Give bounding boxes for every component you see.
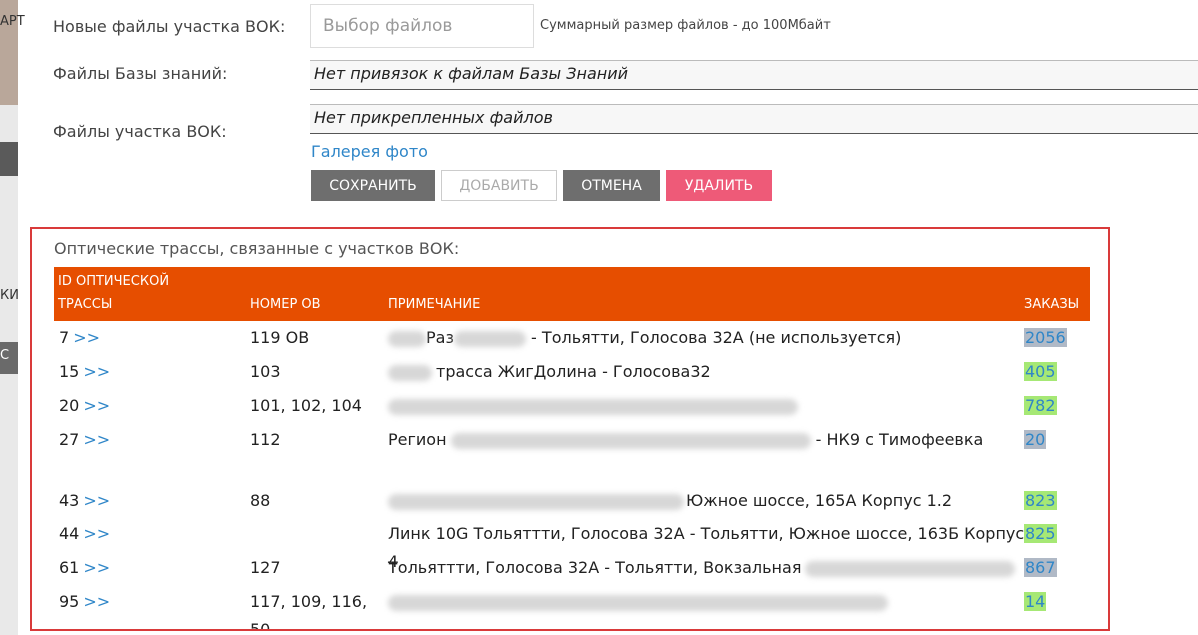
orders-count-link[interactable]: 823 [1024, 491, 1057, 510]
orders-count-link[interactable]: 867 [1024, 558, 1057, 577]
route-id: 43 [59, 491, 80, 510]
header-route-id: ID ОПТИЧЕСКОЙ ТРАССЫ [58, 274, 170, 312]
route-note: Регион - НК9 с Тимофеевка [388, 430, 984, 449]
route-id: 15 [59, 362, 80, 381]
size-limit-note: Суммарный размер файлов - до 100Мбайт [540, 18, 831, 33]
cut-off-dark-block [0, 142, 18, 176]
photo-gallery-link[interactable]: Галерея фото [311, 142, 428, 161]
open-route-link[interactable]: >> [83, 491, 110, 510]
route-note [388, 392, 1028, 420]
kb-files-label: Файлы Базы знаний: [53, 64, 228, 83]
fiber-number: 117, 109, 116, 50 [250, 592, 368, 631]
header-orders: ЗАКАЗЫ [1024, 297, 1080, 312]
route-note: Раз - Тольятти, Голосова 32А (не использ… [388, 324, 1028, 352]
orders-count-link[interactable]: 825 [1024, 524, 1057, 543]
redacted-text [450, 432, 811, 449]
redacted-text [453, 330, 526, 347]
fiber-number: 127 [250, 558, 281, 577]
open-route-link[interactable]: >> [83, 362, 110, 381]
cut-off-text-1: АРТ [0, 14, 25, 29]
fiber-number: 101, 102, 104 [250, 396, 362, 415]
save-button[interactable]: СОХРАНИТЬ [311, 170, 435, 201]
route-id: 44 [59, 524, 80, 543]
file-select-button[interactable]: Выбор файлов [310, 4, 534, 48]
orders-count-link[interactable]: 20 [1024, 430, 1047, 449]
route-note: Южное шоссе, 165А Корпус 1.2 [388, 487, 1028, 515]
fiber-number: 103 [250, 362, 281, 381]
orders-count-link[interactable]: 2056 [1024, 328, 1067, 347]
section-files-label: Файлы участка ВОК: [53, 122, 227, 141]
orders-count-link[interactable]: 782 [1024, 396, 1057, 415]
redacted-text [388, 398, 798, 415]
open-route-link[interactable]: >> [83, 396, 110, 415]
fiber-number: 112 [250, 430, 281, 449]
kb-files-field: Нет привязок к файлам Базы Знаний [310, 60, 1198, 90]
open-route-link[interactable]: >> [83, 558, 110, 577]
cut-off-text-3: С [0, 348, 10, 363]
open-route-link[interactable]: >> [83, 592, 110, 611]
fiber-number: 119 ОВ [250, 328, 310, 347]
route-id: 20 [59, 396, 80, 415]
new-files-label: Новые файлы участка ВОК: [53, 17, 286, 36]
background-sidebar-strip: АРТ КИ С [0, 0, 25, 635]
panel-title: Оптические трассы, связанные с участков … [54, 239, 460, 258]
route-note: трасса ЖигДолина - Голосова32 [388, 358, 1028, 386]
route-note [388, 588, 1028, 616]
route-note: Тольяттти, Голосова 32А - Тольятти, Вокз… [388, 554, 1028, 582]
optical-routes-panel: Оптические трассы, связанные с участков … [30, 227, 1110, 631]
orders-count-link[interactable]: 14 [1024, 592, 1047, 611]
cancel-button[interactable]: ОТМЕНА [563, 170, 660, 201]
redacted-text [805, 560, 1016, 577]
redacted-text [388, 594, 888, 611]
route-id: 61 [59, 558, 80, 577]
route-id: 95 [59, 592, 80, 611]
open-route-link[interactable]: >> [73, 328, 100, 347]
open-route-link[interactable]: >> [83, 524, 110, 543]
redacted-text [388, 493, 684, 510]
orders-count-link[interactable]: 405 [1024, 362, 1057, 381]
header-note: ПРИМЕЧАНИЕ [388, 297, 481, 312]
delete-button[interactable]: УДАЛИТЬ [666, 170, 772, 201]
cut-off-text-2: КИ [0, 288, 19, 303]
route-id: 7 [59, 328, 70, 347]
open-route-link[interactable]: >> [83, 430, 110, 449]
header-fiber-number: НОМЕР ОВ [250, 297, 321, 312]
redacted-text [388, 330, 426, 347]
add-button[interactable]: ДОБАВИТЬ [441, 170, 557, 201]
fiber-number: 88 [250, 491, 271, 510]
table-header: ID ОПТИЧЕСКОЙ ТРАССЫ НОМЕР ОВ ПРИМЕЧАНИЕ… [54, 267, 1090, 321]
redacted-text [388, 364, 432, 381]
section-files-field: Нет прикрепленных файлов [310, 104, 1198, 134]
route-id: 27 [59, 430, 80, 449]
